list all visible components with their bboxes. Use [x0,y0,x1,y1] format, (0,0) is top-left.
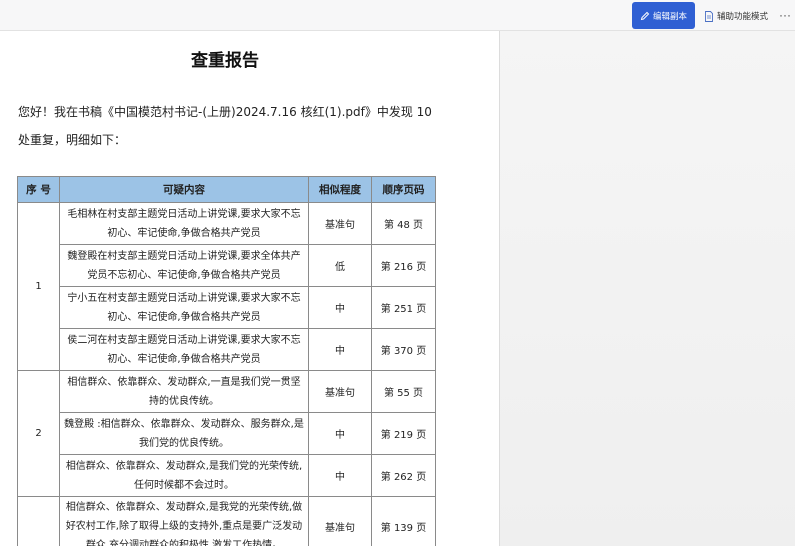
table-row: 魏登殿在村支部主题党日活动上讲党课,要求全体共产 党员不忘初心、牢记使命,争做合… [18,244,436,287]
content-cell: 魏登殿在村支部主题党日活动上讲党课,要求全体共产 党员不忘初心、牢记使命,争做合… [59,244,309,287]
header-index: 序 号 [17,176,60,203]
header-content: 可疑内容 [59,176,309,203]
similarity-cell: 中 [308,454,372,497]
intro-paragraph: 您好！我在书稿《中国模范村书记-(上册)2024.7.16 核红(1).pdf》… [18,105,432,147]
document-page: 查重报告 您好！我在书稿《中国模范村书记-(上册)2024.7.16 核红(1)… [0,31,500,546]
document-title: 查重报告 [191,51,259,71]
group-index: 2 [17,370,60,497]
empty-side-pane [500,31,795,546]
table-header-row: 序 号 可疑内容 相似程度 顺序页码 [17,176,436,203]
table-row: 宁小五在村支部主题党日活动上讲党课,要求大家不忘 初心、牢记使命,争做合格共产党… [18,286,436,329]
page-cell: 第 216 页 [371,244,436,287]
duplicate-report-table: 序 号 可疑内容 相似程度 顺序页码 1 毛相林在村支部主题党日活动上讲党课,要… [17,176,436,546]
similarity-cell: 中 [308,328,372,371]
content-cell: 毛相林在村支部主题党日活动上讲党课,要求大家不忘 初心、牢记使命,争做合格共产党… [59,202,309,245]
more-options-button[interactable]: ··· [776,5,794,25]
similarity-cell: 中 [308,412,372,455]
group-index [17,496,60,546]
page-cell: 第 219 页 [371,412,436,455]
accessibility-mode-label: 辅助功能模式 [717,11,769,21]
table-row: 相信群众、依靠群众、发动群众,是我们党的光荣传统,任何时候都不会过时。 中 第 … [18,454,436,497]
similarity-cell: 基准句 [308,202,372,245]
content-cell: 相信群众、依靠群众、发动群众,是我党的光荣传统,做好农村工作,除了取得上级的支持… [59,496,309,546]
group-index: 1 [17,202,60,371]
page-cell: 第 251 页 [371,286,436,329]
table-row: 2 相信群众、依靠群众、发动群众,一直是我们党一贯坚 持的优良传统。 基准句 第… [17,370,436,497]
table-row: 魏登殿 :相信群众、依靠群众、发动群众、服务群众,是我们党的优良传统。 中 第 … [18,412,436,455]
content-cell: 宁小五在村支部主题党日活动上讲党课,要求大家不忘 初心、牢记使命,争做合格共产党… [59,286,309,329]
top-toolbar: 编辑副本 辅助功能模式 ··· [0,0,795,31]
pencil-icon [640,11,650,20]
header-similarity: 相似程度 [308,176,372,203]
similarity-cell: 中 [308,286,372,329]
document-icon [705,10,713,22]
similarity-cell: 基准句 [308,370,372,413]
page-cell: 第 262 页 [371,454,436,497]
page-cell: 第 370 页 [371,328,436,371]
accessibility-mode-button[interactable]: 辅助功能模式 [700,5,772,27]
page-cell: 第 55 页 [371,370,436,413]
page-cell: 第 139 页 [371,496,436,546]
similarity-cell: 低 [308,244,372,287]
header-page: 顺序页码 [371,176,436,203]
content-cell: 相信群众、依靠群众、发动群众,一直是我们党一贯坚 持的优良传统。 [59,370,309,413]
content-cell: 魏登殿 :相信群众、依靠群众、发动群众、服务群众,是我们党的优良传统。 [59,412,309,455]
edit-copy-button[interactable]: 编辑副本 [632,2,695,29]
page-cell: 第 48 页 [371,202,436,245]
table-row: 相信群众、依靠群众、发动群众,是我党的光荣传统,做好农村工作,除了取得上级的支持… [17,496,436,546]
similarity-cell: 基准句 [308,496,372,546]
table-row: 侯二河在村支部主题党日活动上讲党课,要求大家不忘 初心、牢记使命,争做合格共产党… [18,328,436,371]
content-cell: 侯二河在村支部主题党日活动上讲党课,要求大家不忘 初心、牢记使命,争做合格共产党… [59,328,309,371]
table-row: 1 毛相林在村支部主题党日活动上讲党课,要求大家不忘 初心、牢记使命,争做合格共… [17,202,436,371]
content-cell: 相信群众、依靠群众、发动群众,是我们党的光荣传统,任何时候都不会过时。 [59,454,309,497]
edit-copy-label: 编辑副本 [652,10,687,21]
